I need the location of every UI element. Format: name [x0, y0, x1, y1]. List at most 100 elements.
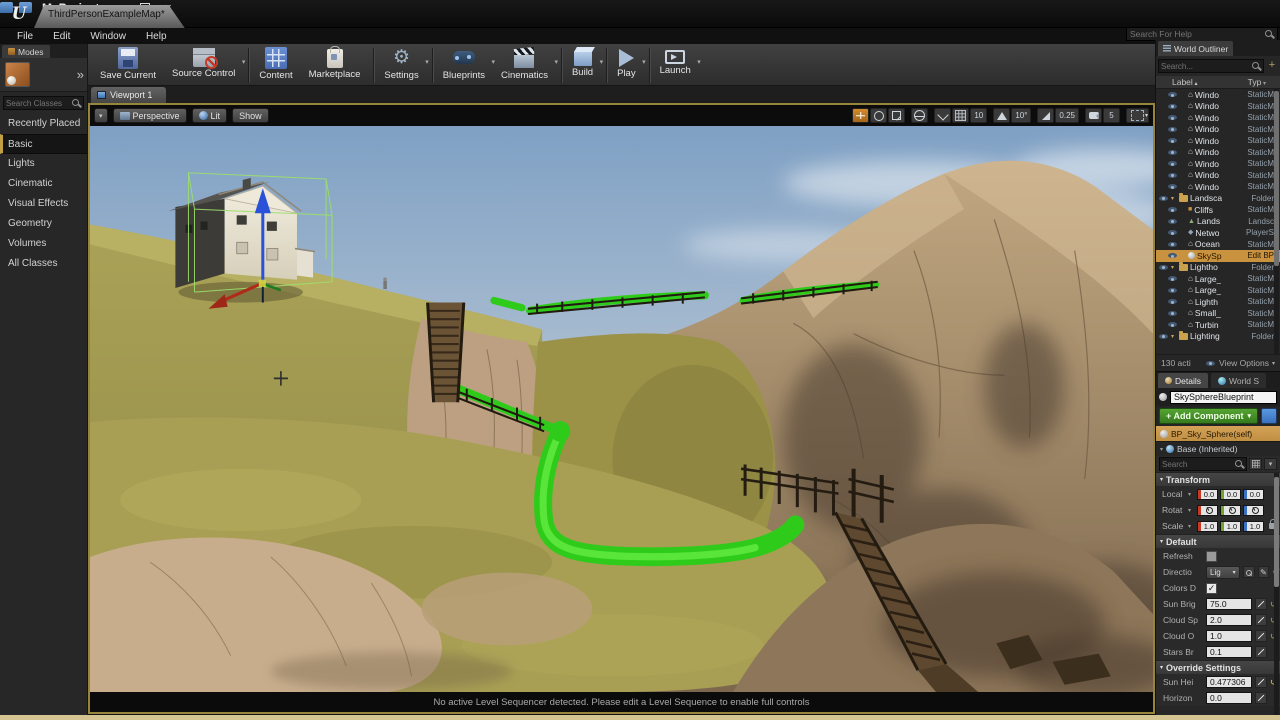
details-search-input[interactable] — [1162, 460, 1234, 469]
outliner-row-ocean[interactable]: OceanStaticM — [1156, 239, 1280, 251]
level-tab[interactable]: ThirdPersonExampleMap* — [34, 5, 185, 28]
eye-icon[interactable] — [1168, 308, 1178, 318]
outliner-row-netwo[interactable]: NetwoPlayerS — [1156, 227, 1280, 239]
move-tool-button[interactable] — [852, 108, 869, 123]
maximize-viewport-button[interactable] — [1126, 108, 1149, 123]
transform-field[interactable]: 0.0 — [1197, 489, 1218, 500]
transform-field[interactable] — [1220, 505, 1241, 516]
menu-window[interactable]: Window — [81, 30, 135, 43]
chevron-down-icon[interactable] — [554, 58, 558, 66]
menu-file[interactable]: File — [8, 30, 42, 43]
transform-field[interactable] — [1197, 505, 1218, 516]
chevron-right-double-icon[interactable] — [77, 67, 82, 82]
launch-button[interactable]: Launch — [654, 46, 701, 86]
checkbox[interactable] — [1206, 551, 1217, 562]
lit-button[interactable]: Lit — [192, 108, 228, 123]
eye-icon[interactable] — [1168, 159, 1178, 169]
eye-icon[interactable] — [1168, 136, 1178, 146]
show-button[interactable]: Show — [232, 108, 269, 123]
number-field[interactable]: 0.0 — [1206, 692, 1252, 704]
help-search[interactable] — [1126, 27, 1278, 41]
outliner-row-windo[interactable]: WindoStaticM — [1156, 158, 1280, 170]
eye-icon[interactable] — [1168, 170, 1178, 180]
viewport-client[interactable]: Perspective Lit Show 10 10° 0.25 — [88, 103, 1155, 714]
chevron-down-icon[interactable] — [1188, 523, 1195, 530]
number-field[interactable]: 2.0 — [1206, 614, 1252, 626]
menu-edit[interactable]: Edit — [44, 30, 79, 43]
slider-icon[interactable] — [1255, 598, 1267, 610]
checkbox[interactable]: ✓ — [1206, 583, 1217, 594]
outliner-row-small[interactable]: Small_StaticM — [1156, 308, 1280, 320]
number-field[interactable]: 75.0 — [1206, 598, 1252, 610]
marketplace-button[interactable]: Marketplace — [303, 46, 371, 86]
property-matrix-button[interactable] — [1249, 458, 1262, 470]
details-searchbox[interactable] — [1159, 457, 1247, 471]
world-local-toggle[interactable] — [911, 108, 928, 123]
scale-tool-button[interactable] — [888, 108, 905, 123]
transform-field[interactable]: 1.0 — [1243, 521, 1264, 532]
build-button[interactable]: Build — [566, 46, 603, 86]
settings-button[interactable]: Settings — [378, 46, 428, 86]
outliner-row-lands[interactable]: LandsLandsc — [1156, 216, 1280, 228]
eye-icon[interactable] — [1168, 90, 1178, 100]
menu-help[interactable]: Help — [137, 30, 176, 43]
grid-snap-button[interactable] — [952, 108, 969, 123]
tab-world-settings[interactable]: World S — [1211, 373, 1266, 388]
modes-item-geometry[interactable]: Geometry — [0, 214, 87, 234]
rotate-tool-button[interactable] — [870, 108, 887, 123]
root-component-row[interactable]: BP_Sky_Sphere(self) — [1156, 426, 1280, 441]
browse-icon[interactable] — [1243, 566, 1255, 578]
rotation-snap-button[interactable] — [993, 108, 1010, 123]
outliner-row-landsca[interactable]: LandscaFolder — [1156, 193, 1280, 205]
transform-row-label[interactable]: Local — [1162, 489, 1186, 499]
save-current-button[interactable]: Save Current — [94, 46, 166, 86]
outliner-row-cliffs[interactable]: CliffsStaticM — [1156, 204, 1280, 216]
column-type[interactable]: Typ — [1248, 77, 1272, 87]
view-options-button[interactable]: View Options — [1206, 358, 1275, 368]
transform-field[interactable]: 1.0 — [1220, 521, 1241, 532]
outliner-scrollbar[interactable] — [1274, 89, 1279, 354]
actor-name-field[interactable] — [1170, 391, 1277, 404]
eye-icon[interactable] — [1168, 228, 1178, 238]
world-outliner-tab[interactable]: World Outliner — [1158, 41, 1233, 56]
details-scrollbar[interactable] — [1274, 473, 1279, 718]
distant-character[interactable] — [383, 277, 387, 289]
chevron-down-icon[interactable] — [600, 58, 604, 66]
slider-icon[interactable] — [1255, 614, 1267, 626]
outliner-row-windo[interactable]: WindoStaticM — [1156, 147, 1280, 159]
modes-item-basic[interactable]: Basic — [0, 134, 87, 154]
transform-field[interactable]: 0.0 — [1220, 489, 1241, 500]
eye-icon[interactable] — [1168, 320, 1178, 330]
modes-search-input[interactable] — [6, 99, 71, 108]
eye-icon[interactable] — [1168, 205, 1178, 215]
play-button[interactable]: Play — [611, 46, 645, 86]
outliner-row-lighth[interactable]: LighthStaticM — [1156, 296, 1280, 308]
eye-icon[interactable] — [1168, 147, 1178, 157]
eye-icon[interactable] — [1168, 239, 1178, 249]
expander-icon[interactable] — [1171, 333, 1177, 340]
dropdown[interactable]: Lig — [1206, 566, 1240, 579]
eye-icon[interactable] — [1168, 285, 1178, 295]
eye-icon[interactable] — [1168, 113, 1178, 123]
slider-icon[interactable] — [1255, 630, 1267, 642]
edit-blueprint-button[interactable] — [1261, 408, 1277, 424]
slider-icon[interactable] — [1255, 692, 1267, 704]
grid-snap-value[interactable]: 10 — [970, 108, 987, 123]
outliner-row-windo[interactable]: WindoStaticM — [1156, 101, 1280, 113]
eye-icon[interactable] — [1168, 274, 1178, 284]
expander-icon[interactable] — [1171, 264, 1177, 271]
slider-icon[interactable] — [1255, 676, 1267, 688]
transform-row-label[interactable]: Scale — [1162, 521, 1186, 531]
camera-speed-value[interactable]: 5 — [1103, 108, 1120, 123]
eye-icon[interactable] — [1168, 101, 1178, 111]
outliner-row-turbin[interactable]: TurbinStaticM — [1156, 319, 1280, 331]
add-actor-icon[interactable] — [1266, 60, 1278, 72]
tab-details[interactable]: Details — [1158, 373, 1208, 388]
modes-item-lights[interactable]: Lights — [0, 154, 87, 174]
modes-item-all-classes[interactable]: All Classes — [0, 254, 87, 274]
scrollbar-thumb[interactable] — [1274, 477, 1279, 587]
camera-speed-button[interactable] — [1085, 108, 1102, 123]
default-section-header[interactable]: Default — [1156, 534, 1280, 548]
chevron-down-icon[interactable] — [642, 58, 646, 66]
left-stairs[interactable] — [428, 303, 464, 403]
